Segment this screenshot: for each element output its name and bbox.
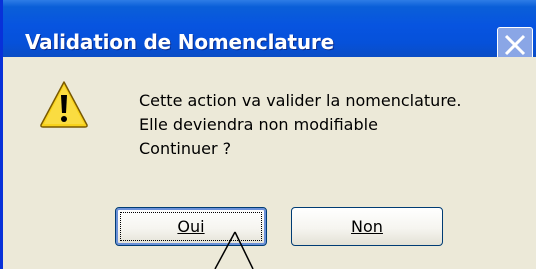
message-line-2: Elle deviendra non modifiable	[139, 115, 378, 134]
dialog-window: Validation de Nomenclature Cette action …	[0, 0, 536, 269]
message-line-3: Continuer ?	[139, 139, 232, 158]
dialog-body: Cette action va valider la nomenclature.…	[3, 57, 536, 269]
message-text: Cette action va valider la nomenclature.…	[139, 89, 461, 161]
yes-button[interactable]: Oui	[115, 207, 267, 246]
yes-button-label: Oui	[177, 217, 205, 236]
dialog-title: Validation de Nomenclature	[25, 30, 334, 54]
no-button-label: Non	[351, 217, 383, 236]
message-line-1: Cette action va valider la nomenclature.	[139, 91, 462, 110]
warning-icon	[40, 81, 88, 128]
title-bar[interactable]: Validation de Nomenclature	[3, 0, 536, 63]
no-button[interactable]: Non	[291, 207, 443, 246]
